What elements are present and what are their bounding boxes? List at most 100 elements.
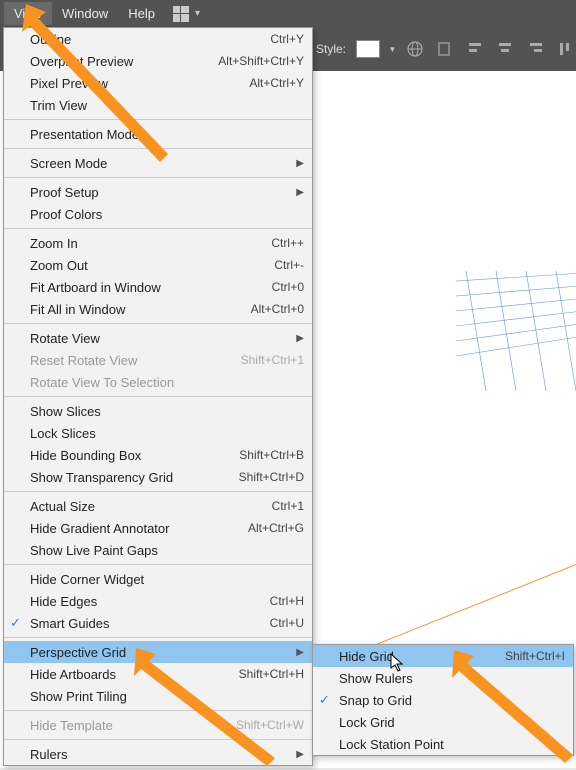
menu-shortcut: Alt+Ctrl+0 xyxy=(251,302,304,316)
menu-label: Show Live Paint Gaps xyxy=(30,543,158,558)
menu-label: Rulers xyxy=(30,747,68,762)
menu-label: Snap to Grid xyxy=(339,693,412,708)
menu-hide-corner-widget[interactable]: Hide Corner Widget xyxy=(4,568,312,590)
menu-label: Trim View xyxy=(30,98,87,113)
menu-rotate-view[interactable]: Rotate View ▶ xyxy=(4,327,312,349)
menu-shortcut: Shift+Ctrl+1 xyxy=(241,353,304,367)
menu-zoom-out[interactable]: Zoom OutCtrl+- xyxy=(4,254,312,276)
separator xyxy=(4,396,312,397)
menu-shortcut: Shift+Ctrl+B xyxy=(239,448,304,462)
menu-shortcut: Shift+Ctrl+I xyxy=(505,649,565,663)
menubar-view[interactable]: View xyxy=(4,2,52,25)
submenu-lock-grid[interactable]: Lock Grid xyxy=(313,711,573,733)
menu-label: Fit Artboard in Window xyxy=(30,280,161,295)
separator xyxy=(4,148,312,149)
menu-label: Lock Station Point xyxy=(339,737,444,752)
menu-shortcut: Shift+Ctrl+W xyxy=(236,718,304,732)
menu-shortcut: Alt+Ctrl+G xyxy=(248,521,304,535)
menu-shortcut: Ctrl++ xyxy=(271,236,304,250)
menu-show-print-tiling[interactable]: Show Print Tiling xyxy=(4,685,312,707)
layout-grid-icon xyxy=(173,6,189,22)
menu-shortcut: Ctrl+H xyxy=(270,594,304,608)
align-icon-4[interactable] xyxy=(556,38,576,60)
menu-label: Show Print Tiling xyxy=(30,689,127,704)
menu-actual-size[interactable]: Actual SizeCtrl+1 xyxy=(4,495,312,517)
menu-rulers[interactable]: Rulers▶ xyxy=(4,743,312,765)
menu-label: Hide Artboards xyxy=(30,667,116,682)
style-label: Style: xyxy=(316,42,346,56)
menubar-layout-icons[interactable]: ▾ xyxy=(173,6,200,22)
menu-label: Zoom In xyxy=(30,236,78,251)
menu-outline[interactable]: OutlineCtrl+Y xyxy=(4,28,312,50)
globe-icon[interactable] xyxy=(405,38,425,60)
menu-label: Rotate View xyxy=(30,331,100,346)
menu-lock-slices[interactable]: Lock Slices xyxy=(4,422,312,444)
menu-reset-rotate-view: Reset Rotate View Shift+Ctrl+1 xyxy=(4,349,312,371)
chevron-down-icon[interactable]: ▾ xyxy=(390,44,395,55)
perspective-grid-submenu: Hide Grid Shift+Ctrl+I Show Rulers ✓ Snap … xyxy=(312,644,574,756)
submenu-arrow-icon: ▶ xyxy=(290,187,304,198)
document-setup-icon[interactable] xyxy=(435,38,455,60)
menu-label: Hide Corner Widget xyxy=(30,572,144,587)
menu-label: Show Slices xyxy=(30,404,101,419)
menubar-window[interactable]: Window xyxy=(52,2,118,25)
separator xyxy=(4,228,312,229)
align-icon-3[interactable] xyxy=(526,38,546,60)
submenu-arrow-icon: ▶ xyxy=(290,647,304,658)
menu-label: Smart Guides xyxy=(30,616,109,631)
menu-zoom-in[interactable]: Zoom In Ctrl++ xyxy=(4,232,312,254)
menu-fit-all[interactable]: Fit All in WindowAlt+Ctrl+0 xyxy=(4,298,312,320)
style-swatch[interactable] xyxy=(356,40,380,58)
menu-shortcut: Alt+Ctrl+Y xyxy=(249,76,304,90)
menubar-help[interactable]: Help xyxy=(118,2,165,25)
chevron-down-icon: ▾ xyxy=(195,8,200,19)
submenu-show-rulers[interactable]: Show Rulers xyxy=(313,667,573,689)
menu-label: Rotate View To Selection xyxy=(30,375,174,390)
menu-label: Perspective Grid xyxy=(30,645,126,660)
separator xyxy=(4,739,312,740)
menu-hide-gradient-annotator[interactable]: Hide Gradient Annotator Alt+Ctrl+G xyxy=(4,517,312,539)
menu-smart-guides[interactable]: ✓Smart GuidesCtrl+U xyxy=(4,612,312,634)
menu-presentation-mode[interactable]: Presentation Mode xyxy=(4,123,312,145)
align-icon-2[interactable] xyxy=(495,38,515,60)
menu-fit-artboard[interactable]: Fit Artboard in Window Ctrl+0 xyxy=(4,276,312,298)
menu-show-live-paint-gaps[interactable]: Show Live Paint Gaps xyxy=(4,539,312,561)
menu-label: Reset Rotate View xyxy=(30,353,137,368)
menu-label: Proof Colors xyxy=(30,207,102,222)
menu-show-slices[interactable]: Show Slices xyxy=(4,400,312,422)
menu-proof-colors[interactable]: Proof Colors xyxy=(4,203,312,225)
separator xyxy=(4,323,312,324)
menu-perspective-grid[interactable]: Perspective Grid ▶ xyxy=(4,641,312,663)
menu-shortcut: Shift+Ctrl+D xyxy=(239,470,304,484)
separator xyxy=(4,491,312,492)
submenu-hide-grid[interactable]: Hide Grid Shift+Ctrl+I xyxy=(313,645,573,667)
menu-rotate-to-selection: Rotate View To Selection xyxy=(4,371,312,393)
menu-trim-view[interactable]: Trim View xyxy=(4,94,312,116)
menu-hide-edges[interactable]: Hide Edges Ctrl+H xyxy=(4,590,312,612)
menu-shortcut: Ctrl+0 xyxy=(272,280,304,294)
menu-proof-setup[interactable]: Proof Setup▶ xyxy=(4,181,312,203)
separator xyxy=(4,710,312,711)
submenu-lock-station-point[interactable]: Lock Station Point xyxy=(313,733,573,755)
submenu-arrow-icon: ▶ xyxy=(290,333,304,344)
view-menu-dropdown: OutlineCtrl+Y Overprint PreviewAlt+Shift… xyxy=(3,27,313,766)
menubar: View Window Help ▾ xyxy=(0,0,576,27)
menu-label: Hide Edges xyxy=(30,594,97,609)
menu-shortcut: Ctrl+Y xyxy=(270,32,304,46)
menu-label: Show Transparency Grid xyxy=(30,470,173,485)
menu-label: Hide Grid xyxy=(339,649,394,664)
menu-pixel-preview[interactable]: Pixel Preview Alt+Ctrl+Y xyxy=(4,72,312,94)
align-icon-1[interactable] xyxy=(465,38,485,60)
menu-label: Pixel Preview xyxy=(30,76,108,91)
menu-hide-bounding-box[interactable]: Hide Bounding BoxShift+Ctrl+B xyxy=(4,444,312,466)
menu-screen-mode[interactable]: Screen Mode▶ xyxy=(4,152,312,174)
menu-shortcut: Ctrl+U xyxy=(270,616,304,630)
menu-label: Presentation Mode xyxy=(30,127,139,142)
menu-show-transparency-grid[interactable]: Show Transparency Grid Shift+Ctrl+D xyxy=(4,466,312,488)
menu-overprint-preview[interactable]: Overprint PreviewAlt+Shift+Ctrl+Y xyxy=(4,50,312,72)
submenu-snap-to-grid[interactable]: ✓ Snap to Grid xyxy=(313,689,573,711)
menu-hide-artboards[interactable]: Hide ArtboardsShift+Ctrl+H xyxy=(4,663,312,685)
check-icon: ✓ xyxy=(319,692,330,708)
menu-label: Hide Gradient Annotator xyxy=(30,521,169,536)
separator xyxy=(4,177,312,178)
